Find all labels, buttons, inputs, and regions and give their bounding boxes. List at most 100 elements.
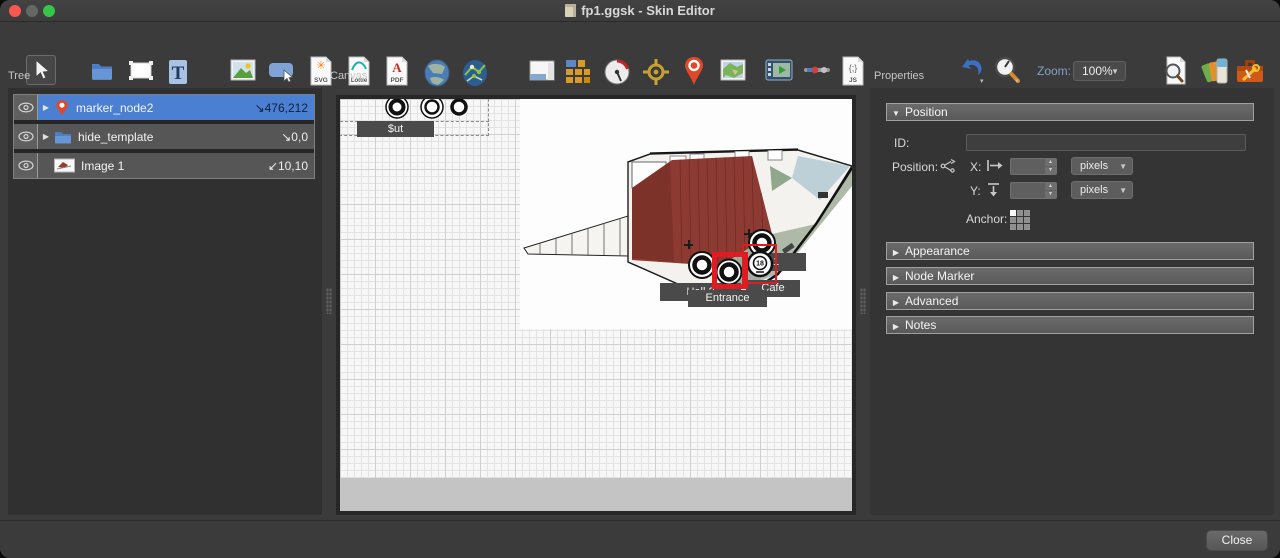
window-layout-button[interactable]	[529, 59, 553, 83]
preview-button[interactable]	[1163, 56, 1187, 80]
anchor-grid-selector[interactable]	[1010, 210, 1030, 230]
window-layout-icon	[529, 59, 555, 83]
properties-panel: ▼Position ID: Position: X: ▲▼ pixels ▼ Y…	[870, 88, 1274, 515]
visibility-toggle[interactable]	[14, 124, 38, 149]
hotspot-label-entrance[interactable]: Entrance	[688, 290, 767, 307]
pdf-file-button[interactable]: A PDF	[385, 56, 409, 80]
template-ring-dot-marker-icon[interactable]	[417, 99, 447, 123]
canvas-properties-splitter[interactable]	[856, 88, 870, 515]
compass-icon	[643, 59, 669, 85]
section-header-node-marker[interactable]: ▶Node Marker	[886, 267, 1254, 285]
anchor-cell-bottom-left[interactable]	[1010, 224, 1016, 230]
undo-menu-caret-icon[interactable]: ▾	[980, 77, 984, 85]
anchor-cell-mid-left[interactable]	[1010, 217, 1016, 223]
template-small-ring-icon[interactable]	[444, 99, 474, 123]
y-spin-buttons[interactable]: ▲▼	[1045, 183, 1056, 198]
image-thumbnail-icon	[54, 158, 75, 173]
visibility-toggle[interactable]	[14, 153, 38, 178]
map-marker-button[interactable]	[682, 56, 706, 80]
splitter-grip-icon	[860, 288, 866, 314]
select-cursor-icon	[27, 56, 55, 84]
tree-canvas-splitter[interactable]	[322, 88, 336, 515]
anchor-cell-mid-center[interactable]	[1017, 217, 1023, 223]
spin-up-icon[interactable]: ▲	[1045, 159, 1056, 166]
x-unit-select[interactable]: pixels ▼	[1071, 157, 1133, 175]
svg-text:{;}: {;}	[849, 63, 858, 73]
section-header-notes[interactable]: ▶Notes	[886, 316, 1254, 334]
y-value-input[interactable]	[1012, 184, 1045, 197]
x-value-spinner[interactable]: ▲▼	[1010, 158, 1057, 175]
close-button[interactable]: Close	[1206, 530, 1268, 551]
compass-button[interactable]	[643, 59, 667, 83]
button-tool-button[interactable]	[268, 59, 292, 83]
section-title: Position	[905, 105, 948, 119]
tree-row-coords: ↘0,0	[281, 130, 308, 144]
visibility-toggle[interactable]	[14, 95, 38, 120]
chevron-down-icon: ▼	[1111, 68, 1119, 76]
anchor-cell-bottom-center[interactable]	[1017, 224, 1023, 230]
id-input[interactable]	[966, 134, 1246, 151]
y-unit-select[interactable]: pixels ▼	[1071, 181, 1133, 199]
slider-button[interactable]	[803, 59, 827, 83]
anchor-cell-bottom-right[interactable]	[1024, 224, 1030, 230]
anchor-cell-top-left[interactable]	[1010, 210, 1016, 216]
link-xy-icon[interactable]	[940, 159, 956, 173]
undo-button[interactable]: ▾	[958, 55, 982, 79]
panorama-node-button[interactable]	[424, 59, 448, 83]
zoom-menu-caret-icon[interactable]: ▾	[1015, 77, 1019, 85]
section-title: Notes	[905, 318, 936, 332]
spin-down-icon[interactable]: ▼	[1045, 167, 1056, 174]
image-tool-button[interactable]	[230, 59, 254, 83]
zoom-label: Zoom:	[1037, 64, 1071, 78]
x-spin-buttons[interactable]: ▲▼	[1045, 159, 1056, 174]
anchor-cross-icon	[684, 240, 693, 249]
marker-pin-icon	[54, 99, 70, 117]
gauge-button[interactable]	[604, 59, 628, 83]
select-tool-button[interactable]	[26, 55, 56, 85]
image-icon	[230, 59, 256, 81]
footer-bar: Close	[0, 520, 1280, 558]
eye-icon	[18, 102, 34, 113]
section-title: Appearance	[905, 244, 970, 258]
rectangle-tool-button[interactable]	[128, 59, 152, 83]
section-header-position[interactable]: ▼Position	[886, 103, 1254, 121]
svg-text:A: A	[392, 60, 402, 75]
map-button[interactable]	[720, 59, 744, 83]
section-header-appearance[interactable]: ▶Appearance	[886, 242, 1254, 260]
expand-arrow-icon[interactable]: ▶	[38, 132, 54, 141]
spin-up-icon[interactable]: ▲	[1045, 183, 1056, 190]
y-label: Y:	[970, 184, 981, 198]
node-graph-button[interactable]	[462, 59, 486, 83]
spin-down-icon[interactable]: ▼	[1045, 191, 1056, 198]
container-tool-button[interactable]	[90, 59, 114, 83]
triangle-down-icon: ▼	[887, 106, 905, 122]
zoom-level-select[interactable]: 100% ▼	[1073, 61, 1126, 81]
anchor-cell-top-center[interactable]	[1017, 210, 1023, 216]
node-graph-icon	[462, 59, 488, 87]
anchor-cell-mid-right[interactable]	[1024, 217, 1030, 223]
section-title: Node Marker	[905, 269, 974, 283]
canvas-grid[interactable]: $ut 1 Hall 2 Cafe Entrance 18	[340, 99, 852, 511]
js-file-button[interactable]: {;} JS	[841, 56, 865, 80]
tree-row-marker-node2[interactable]: ▶ marker_node2 ↘476,212	[14, 95, 314, 120]
x-label: X:	[970, 160, 981, 174]
expand-arrow-icon[interactable]: ▶	[38, 103, 54, 112]
template-text-label[interactable]: $ut	[357, 121, 434, 137]
video-button[interactable]	[765, 59, 789, 83]
tree-panel-label: Tree	[8, 70, 30, 82]
section-header-advanced[interactable]: ▶Advanced	[886, 292, 1254, 310]
template-ring-marker-icon[interactable]	[382, 99, 412, 123]
zoom-level-value: 100%	[1082, 64, 1113, 78]
toolbox-button[interactable]	[1236, 56, 1260, 80]
text-tool-button[interactable]: T	[166, 59, 190, 83]
highlighted-marker-outline[interactable]	[742, 244, 777, 284]
thumbnail-grid-button[interactable]	[565, 59, 589, 83]
zoom-tool-button[interactable]: ▾	[992, 55, 1016, 79]
tree-row-hide-template[interactable]: ▶ hide_template ↘0,0	[14, 124, 314, 149]
y-value-spinner[interactable]: ▲▼	[1010, 182, 1057, 199]
anchor-cell-top-right[interactable]	[1024, 210, 1030, 216]
tree-row-image-1[interactable]: ▶ Image 1 ↙10,10	[14, 153, 314, 178]
x-value-input[interactable]	[1012, 160, 1045, 173]
tree-row-coords: ↙10,10	[268, 159, 308, 173]
color-swatches-button[interactable]	[1201, 56, 1225, 80]
